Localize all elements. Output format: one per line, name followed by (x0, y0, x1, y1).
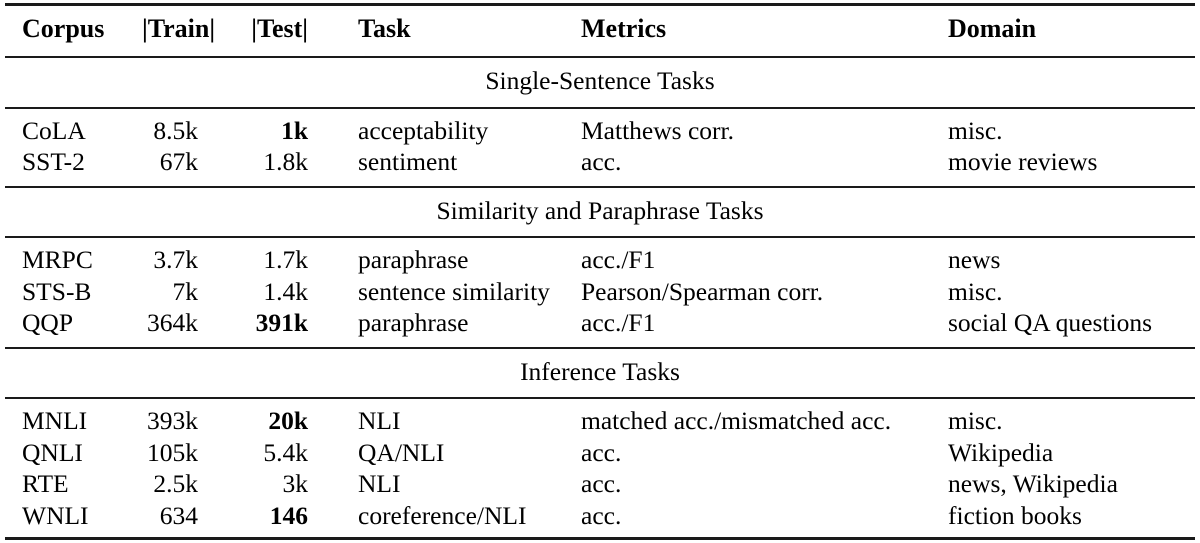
cell-domain: movie reviews (930, 146, 1195, 184)
cell-task: acceptability (325, 108, 564, 147)
table-row: MRPC3.7k1.7kparaphraseacc./F1news (5, 237, 1195, 276)
glue-benchmark-table: Corpus|Train||Test|TaskMetricsDomain Sing… (5, 0, 1195, 543)
column-header-task: Task (325, 5, 564, 55)
cell-test-value-bold: 391k (256, 308, 308, 337)
cell-test: 391k (215, 307, 325, 345)
cell-domain: news (930, 237, 1195, 276)
table-row: RTE2.5k3kNLIacc.news, Wikipedia (5, 468, 1195, 500)
cell-metrics: matched acc./mismatched acc. (564, 398, 930, 437)
table-bottom-rule (5, 539, 1195, 543)
section-title: Single-Sentence Tasks (5, 57, 1195, 105)
cell-test: 3k (215, 468, 325, 500)
cell-corpus: CoLA (5, 108, 142, 147)
section-title-row: Similarity and Paraphrase Tasks (5, 187, 1195, 235)
cell-train: 2.5k (142, 468, 215, 500)
cell-train: 364k (142, 307, 215, 345)
cell-corpus: QQP (5, 307, 142, 345)
table-row: SST-267k1.8ksentimentacc.movie reviews (5, 146, 1195, 184)
table-row: WNLI634 146 coreference/NLIacc.fiction boo… (5, 500, 1195, 539)
cell-test-value-bold: 20k (268, 406, 308, 435)
column-header-train: |Train| (142, 5, 215, 55)
table-container: Corpus|Train||Test|TaskMetricsDomain Sing… (0, 0, 1200, 513)
cell-test: 1.7k (215, 237, 325, 276)
cell-metrics: acc. (564, 500, 930, 539)
cell-corpus: MRPC (5, 237, 142, 276)
cell-metrics: acc. (564, 437, 930, 469)
cell-corpus: MNLI (5, 398, 142, 437)
table-row: QQP364k 391k paraphraseacc./F1social QA qu… (5, 307, 1195, 345)
cell-task: paraphrase (325, 307, 564, 345)
table-row: CoLA8.5k 1k acceptabilityMatthews corr.mis… (5, 108, 1195, 147)
cell-test: 1.4k (215, 276, 325, 308)
cell-train: 67k (142, 146, 215, 184)
cell-test: 146 (215, 500, 325, 539)
cell-metrics: acc. (564, 146, 930, 184)
column-header-domain: Domain (930, 5, 1195, 55)
cell-domain: news, Wikipedia (930, 468, 1195, 500)
cell-train: 8.5k (142, 108, 215, 147)
column-header-test: |Test| (215, 5, 325, 55)
cell-train: 105k (142, 437, 215, 469)
cell-task: paraphrase (325, 237, 564, 276)
cell-domain: misc. (930, 108, 1195, 147)
table-header-row: Corpus|Train||Test|TaskMetricsDomain (5, 5, 1195, 55)
cell-domain: misc. (930, 276, 1195, 308)
cell-corpus: WNLI (5, 500, 142, 539)
cell-metrics: Pearson/Spearman corr. (564, 276, 930, 308)
cell-train: 393k (142, 398, 215, 437)
cell-train: 634 (142, 500, 215, 539)
cell-task: NLI (325, 468, 564, 500)
cell-task: NLI (325, 398, 564, 437)
cell-metrics: acc. (564, 468, 930, 500)
section-title-text: Single-Sentence Tasks (485, 68, 714, 94)
cell-corpus: STS-B (5, 276, 142, 308)
cell-train: 7k (142, 276, 215, 308)
cell-test: 1k (215, 108, 325, 147)
section-title: Inference Tasks (5, 348, 1195, 396)
cell-test: 1.8k (215, 146, 325, 184)
cell-task: sentiment (325, 146, 564, 184)
section-title-text: Inference Tasks (520, 359, 680, 385)
section-title-row: Inference Tasks (5, 348, 1195, 396)
cell-domain: fiction books (930, 500, 1195, 539)
section-title-row: Single-Sentence Tasks (5, 57, 1195, 105)
cell-domain: Wikipedia (930, 437, 1195, 469)
column-header-corpus: Corpus (5, 5, 142, 55)
cell-metrics: acc./F1 (564, 307, 930, 345)
cell-test-value-bold: 146 (270, 501, 308, 530)
cell-metrics: Matthews corr. (564, 108, 930, 147)
cell-corpus: QNLI (5, 437, 142, 469)
cell-domain: social QA questions (930, 307, 1195, 345)
cell-task: QA/NLI (325, 437, 564, 469)
cell-task: coreference/NLI (325, 500, 564, 539)
cell-test: 20k (215, 398, 325, 437)
cell-corpus: RTE (5, 468, 142, 500)
table-row: QNLI105k5.4kQA/NLIacc.Wikipedia (5, 437, 1195, 469)
section-title-text: Similarity and Paraphrase Tasks (436, 198, 763, 224)
cell-domain: misc. (930, 398, 1195, 437)
cell-train: 3.7k (142, 237, 215, 276)
column-header-metrics: Metrics (564, 5, 930, 55)
cell-test-value-bold: 1k (281, 116, 308, 145)
cell-corpus: SST-2 (5, 146, 142, 184)
cell-metrics: acc./F1 (564, 237, 930, 276)
table-row: MNLI393k 20k NLImatched acc./mismatched ac… (5, 398, 1195, 437)
horizontal-rule (5, 539, 1195, 543)
cell-test: 5.4k (215, 437, 325, 469)
section-title: Similarity and Paraphrase Tasks (5, 187, 1195, 235)
cell-task: sentence similarity (325, 276, 564, 308)
table-row: STS-B7k1.4ksentence similarityPearson/Sp… (5, 276, 1195, 308)
